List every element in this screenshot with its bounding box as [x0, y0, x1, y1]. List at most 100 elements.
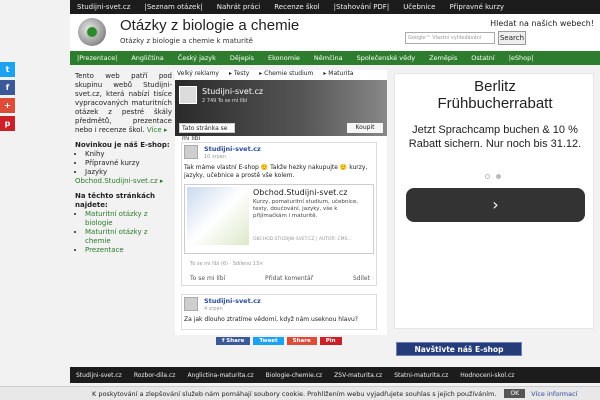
facebook-page-widget: Studijni-svet.cz 2 749 To se mi líbí Tat… [175, 80, 387, 142]
footer-links: Studijni-svet.cz Rozbor-dila.cz Anglicti… [70, 367, 600, 383]
cookie-ok-button[interactable]: OK [504, 389, 526, 398]
avatar[interactable] [184, 145, 198, 159]
post-text: Tak máme vlastní E-shop 🙂 Takže hezky na… [184, 164, 368, 179]
post-meta: To se mi líbí (6) · Sdíleno 13× [190, 261, 264, 267]
topnav-nahrat-praci[interactable]: Nahrát práci [210, 3, 268, 11]
search-label: Hledat na našich webech! [490, 19, 594, 28]
topnav-ucebnice[interactable]: Učebnice [396, 3, 442, 11]
main-content: Velký reklamy ▸ Testy ▸ Chemie studium ▸… [175, 70, 387, 335]
like-action[interactable]: To se mi líbí [190, 275, 225, 282]
site-header: Otázky z biologie a chemie Otázky z biol… [70, 14, 600, 51]
ad-brand: Berlitz [474, 78, 516, 95]
ad-carousel-dots[interactable] [485, 174, 501, 179]
post-text: Za jak dlouho ztratíme vědomí, když nám … [184, 316, 358, 323]
search-input[interactable]: Google™ Vlastní vyhledávání [405, 32, 495, 44]
sites-list: Maturitní otázky z biologie Maturitní ot… [85, 210, 172, 255]
cookie-more-link[interactable]: Více informací [531, 390, 577, 398]
social-sidebar: t f + p [0, 62, 15, 134]
cat-prezentace[interactable]: |Prezentace| [70, 54, 124, 62]
list-item: Přípravné kurzy [85, 159, 172, 168]
list-item: Maturitní otázky z biologie [85, 210, 172, 228]
footer-link[interactable]: Rozbor-dila.cz [128, 372, 182, 379]
ad-promo: Frühbucherrabatt [437, 95, 553, 112]
pinterest-icon[interactable]: p [0, 116, 15, 131]
more-link[interactable]: Více ▸ [147, 126, 168, 134]
footer-link[interactable]: Studijni-svet.cz [70, 372, 128, 379]
main-link[interactable]: ▸ Testy [229, 70, 249, 78]
cat-anglictina[interactable]: Angličtina [124, 54, 170, 62]
twitter-icon[interactable]: t [0, 62, 15, 77]
comment-action[interactable]: Přidat komentář [265, 275, 313, 282]
facebook-share-button[interactable]: f Share [216, 337, 251, 345]
cat-zemepis[interactable]: Zeměpis [422, 54, 464, 62]
topnav-recenze-skol[interactable]: Recenze škol [267, 3, 326, 11]
cat-nemcina[interactable]: Němčina [307, 54, 350, 62]
topnav-seznam-otazek[interactable]: |Seznam otázek| [137, 3, 209, 11]
post-date[interactable]: 10 srpen [204, 154, 226, 160]
cat-eshop[interactable]: |eShop| [502, 54, 541, 62]
avatar[interactable] [184, 297, 198, 311]
ad-next-button[interactable]: › [406, 188, 585, 222]
site-logo[interactable] [78, 18, 106, 46]
site-subtitle: Otázky z biologie a chemie k maturitě [120, 37, 253, 45]
footer-link[interactable]: Anglictina-maturita.cz [181, 372, 259, 379]
eshop-list: Knihy Přípravné kurzy Jazyky [85, 150, 172, 177]
category-navigation: |Prezentace| Angličtina Český jazyk Děje… [70, 51, 600, 65]
google-plus-icon[interactable]: + [0, 98, 15, 113]
link-card[interactable]: Obchod.Studijni-svet.cz Kurzy, pomaturit… [184, 184, 374, 254]
google-share-button[interactable]: Share [286, 337, 317, 345]
eshop-link[interactable]: Obchod.Studijni-svet.cz ▸ [75, 177, 163, 185]
main-link[interactable]: Velký reklamy [177, 70, 219, 78]
card-title[interactable]: Obchod.Studijni-svet.cz [253, 188, 347, 197]
twitter-tweet-button[interactable]: Tweet [253, 337, 284, 345]
search-button[interactable]: Search [498, 31, 526, 45]
advertisement[interactable]: Berlitz Frühbucherrabatt Jetzt Sprachcam… [394, 73, 594, 329]
cat-cesky-jazyk[interactable]: Český jazyk [171, 54, 223, 62]
list-item: Maturitní otázky z chemie [85, 228, 172, 246]
card-thumbnail [187, 187, 249, 245]
cat-ekonomie[interactable]: Ekonomie [261, 54, 307, 62]
footer-link[interactable]: Statni-maturita.cz [388, 372, 454, 379]
left-sidebar: Tento web patří pod skupinu webů Studijn… [75, 72, 172, 255]
post-author[interactable]: Studijni-svet.cz [204, 297, 261, 305]
main-link[interactable]: ▸ Chemie studium [259, 70, 313, 78]
footer-link[interactable]: Hodnoceni-skol.cz [454, 372, 520, 379]
page-buy-button[interactable]: Koupit [347, 123, 383, 133]
facebook-post: Studijni-svet.cz 10 srpen Tak máme vlast… [181, 142, 377, 286]
cat-ostatni[interactable]: Ostatní [464, 54, 502, 62]
share-action[interactable]: Sdílet [353, 275, 370, 282]
card-description: Kurzy, pomaturitní studium, učebnice, te… [253, 199, 359, 219]
cat-dejepis[interactable]: Dějepis [223, 54, 261, 62]
page-like-button[interactable]: Tato stránka se mi líbí [179, 123, 235, 142]
eshop-heading: Novinkou je náš E-shop: [75, 141, 170, 149]
top-navigation: Studijni-svet.cz |Seznam otázek| Nahrát … [70, 0, 600, 14]
main-link[interactable]: ▸ Maturita [323, 70, 353, 78]
biologie-link[interactable]: Maturitní otázky z biologie [85, 210, 148, 227]
facebook-icon[interactable]: f [0, 80, 15, 95]
cat-spolecenske-vedy[interactable]: Společenské vědy [350, 54, 423, 62]
card-url: OBCHOD.STUDIJNI-SVET.CZ | AUTOR: CMS... [253, 237, 352, 242]
page-name[interactable]: Studijni-svet.cz [202, 87, 263, 96]
share-buttons: f Share Tweet Share Pin [216, 337, 342, 345]
footer-link[interactable]: Biologie-chemie.cz [260, 372, 328, 379]
main-links: Velký reklamy ▸ Testy ▸ Chemie studium ▸… [175, 70, 387, 78]
list-item: Jazyky [85, 168, 172, 177]
cookie-bar: K poskytování a zlepšování služeb nám po… [0, 386, 600, 400]
prezentace-link[interactable]: Prezentace [85, 246, 124, 254]
topnav-stahovani-pdf[interactable]: |Stahování PDF| [327, 3, 397, 11]
topnav-studijni-svet[interactable]: Studijni-svet.cz [70, 3, 137, 11]
topnav-pripravne-kurzy[interactable]: Připravné kurzy [442, 3, 511, 11]
pinterest-pin-button[interactable]: Pin [319, 337, 342, 345]
page-avatar[interactable] [179, 86, 197, 104]
ad-text: Jetzt Sprachcamp buchen & 10 % Rabatt si… [408, 124, 582, 150]
post-actions: To se mi líbí Přidat komentář Sdílet [190, 275, 370, 282]
footer-link[interactable]: ZSV-maturita.cz [328, 372, 388, 379]
list-item: Knihy [85, 150, 172, 159]
site-title[interactable]: Otázky z biologie a chemie [120, 17, 299, 34]
chemie-link[interactable]: Maturitní otázky z chemie [85, 228, 148, 245]
eshop-banner[interactable]: Navštivte náš E-shop [396, 342, 522, 356]
post-author[interactable]: Studijni-svet.cz [204, 145, 261, 153]
sites-heading: Na těchto stránkách najdete: [75, 192, 156, 209]
post-date[interactable]: 4 srpen [204, 306, 223, 312]
list-item: Prezentace [85, 246, 172, 255]
